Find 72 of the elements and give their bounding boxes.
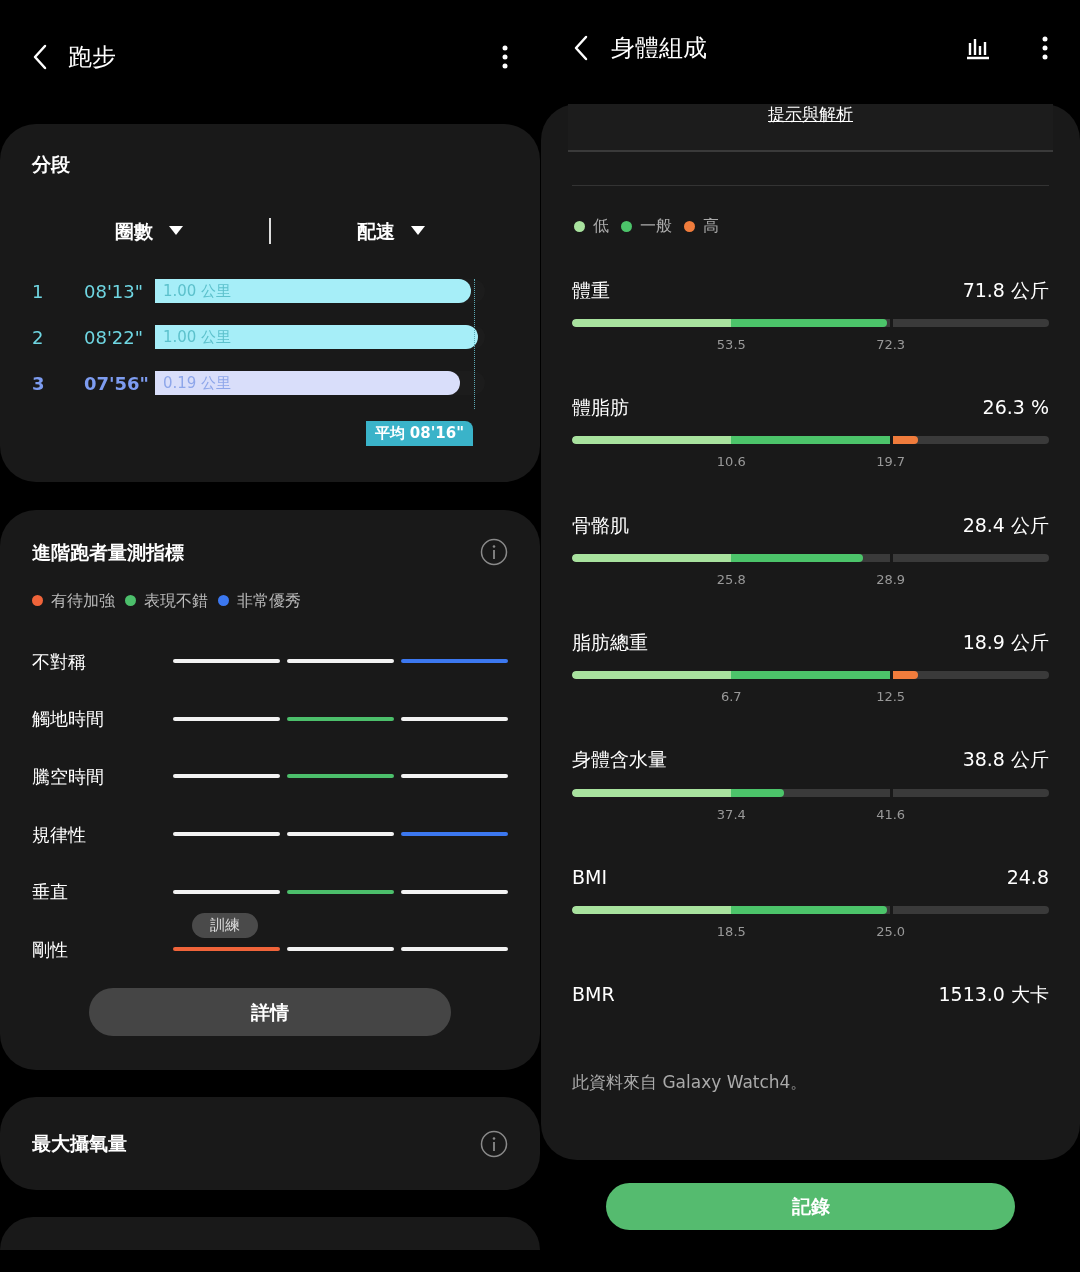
measure-value: 38.8 公斤: [962, 747, 1049, 773]
range-tick-label: 18.5: [716, 922, 746, 941]
card-title: 最大攝氧量: [32, 1131, 127, 1157]
measure-value: 24.8: [1006, 864, 1049, 890]
caret-icon: [411, 225, 425, 236]
info-icon[interactable]: [480, 538, 508, 567]
back-icon[interactable]: [32, 44, 48, 70]
lap-number: 2: [32, 325, 45, 350]
card-title: 分段: [32, 152, 71, 177]
metric-label: 規律性: [32, 822, 87, 847]
lap-pace: 08'22": [84, 325, 145, 350]
metric-label: 垂直: [32, 880, 69, 905]
dropdown-selector[interactable]: 配速: [357, 216, 425, 245]
measure-value: 26.3 %: [982, 395, 1049, 421]
range-tick-label: 10.6: [716, 453, 746, 472]
metric-label: 剛性: [32, 937, 69, 962]
card-title: 進階跑者量測指標: [32, 540, 184, 565]
source-note: 此資料來自 Galaxy Watch4。: [571, 1070, 809, 1094]
page-title: 身體組成: [611, 33, 708, 64]
range-tick-label: 25.8: [716, 570, 746, 589]
legend-label: 一般: [640, 215, 672, 237]
dropdown-selector[interactable]: 圈數: [115, 216, 183, 245]
tooltip: 訓練: [192, 913, 258, 938]
vo2max-card[interactable]: 最大攝氧量: [0, 1097, 540, 1190]
range-tick-label: 19.7: [876, 453, 906, 472]
caret-icon: [169, 225, 183, 236]
split-row[interactable]: 1 08'13" 1.00 公里: [32, 279, 508, 303]
page-title: 跑步: [68, 42, 117, 73]
range-tick-label: 6.7: [720, 688, 742, 707]
tips-link[interactable]: 提示與解析: [768, 104, 853, 126]
details-button[interactable]: 詳情: [89, 988, 451, 1037]
more-icon[interactable]: [1042, 36, 1048, 60]
legend-label: 表現不錯: [144, 589, 208, 612]
measure-label: BMR: [572, 982, 615, 1008]
measure-value: 1513.0 大卡: [938, 982, 1049, 1008]
metric-label: 不對稱: [32, 649, 87, 674]
measure-value: 28.4 公斤: [962, 512, 1049, 538]
bar-chart-icon[interactable]: [966, 36, 990, 60]
measure-label: 脂肪總重: [572, 629, 648, 655]
lap-pace: 07'56": [84, 371, 150, 396]
range-tick-label: 25.0: [876, 922, 906, 941]
range-tick-label: 53.5: [716, 336, 746, 354]
metric-label: 觸地時間: [32, 707, 105, 732]
legend-label: 非常優秀: [237, 589, 301, 612]
measure-value: 71.8 公斤: [962, 277, 1049, 303]
legend-label: 高: [703, 215, 719, 237]
distance-label: 1.00 公里: [163, 326, 232, 348]
lap-number: 3: [32, 371, 46, 396]
split-row[interactable]: 2 08'22" 1.00 公里: [32, 325, 508, 349]
measure-label: 骨骼肌: [572, 512, 629, 538]
distance-label: 0.19 公里: [163, 372, 232, 394]
distance-label: 1.00 公里: [163, 280, 232, 302]
legend-label: 低: [593, 215, 609, 237]
lap-pace: 08'13": [84, 279, 145, 304]
back-icon[interactable]: [573, 35, 589, 61]
range-tick-label: 37.4: [716, 805, 746, 824]
legend-label: 有待加強: [51, 589, 115, 612]
range-tick-label: 41.6: [876, 805, 906, 824]
range-tick-label: 72.3: [876, 336, 906, 354]
info-icon[interactable]: [480, 1129, 508, 1158]
range-tick-label: 28.9: [876, 570, 906, 589]
lap-number: 1: [32, 279, 45, 304]
average-pace-tag: 平均 08'16": [365, 421, 473, 446]
more-icon[interactable]: [502, 45, 508, 69]
measure-label: 體重: [572, 277, 610, 303]
measure-value: 18.9 公斤: [962, 629, 1049, 655]
metric-label: 騰空時間: [32, 765, 105, 789]
split-row[interactable]: 3 07'56" 0.19 公里: [32, 371, 508, 395]
measure-label: 體脂肪: [572, 395, 629, 421]
measure-label: 身體含水量: [572, 747, 667, 773]
range-tick-label: 12.5: [876, 688, 906, 707]
measure-label: BMI: [572, 864, 608, 890]
